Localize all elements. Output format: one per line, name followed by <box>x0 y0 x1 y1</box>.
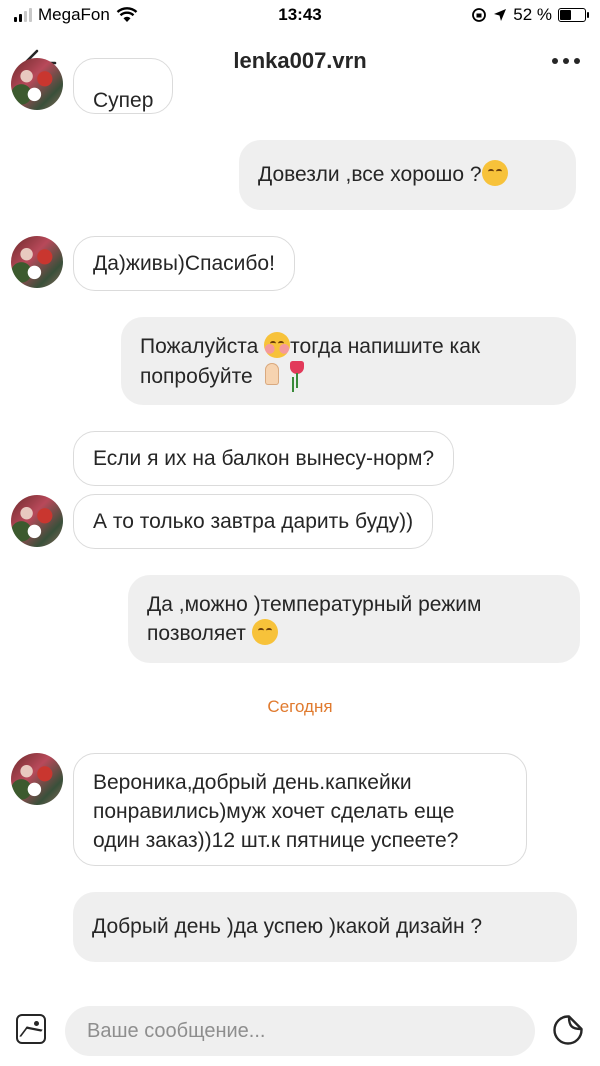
message-text: А то только завтра дарить буду)) <box>93 510 414 533</box>
avatar[interactable] <box>11 495 63 547</box>
input-placeholder: Ваше сообщение... <box>87 1020 266 1042</box>
message-text: Да)живы)Спасибо! <box>93 252 275 275</box>
smiling-face-with-hearts-emoji-icon <box>264 332 291 358</box>
message-outgoing[interactable]: Да ,можно )температурный режим позволяет <box>128 575 580 663</box>
avatar[interactable] <box>11 753 63 805</box>
status-bar: MegaFon 13:43 52 % <box>0 0 600 32</box>
date-separator: Сегодня <box>267 697 333 716</box>
message-text: Если я их на балкон вынесу-норм? <box>93 447 435 470</box>
message-text: Супер <box>93 89 154 112</box>
message-text: Пожалуйста <box>140 335 259 358</box>
message-incoming[interactable]: А то только завтра дарить буду)) <box>73 494 434 549</box>
message-text: Довезли ,все хорошо ? <box>258 163 482 186</box>
tulip-emoji-icon <box>286 361 308 389</box>
sticker-icon[interactable] <box>552 1014 584 1046</box>
message-incoming[interactable]: Вероника,добрый день.капкейки понравилис… <box>73 753 527 866</box>
message-incoming[interactable]: Супер <box>73 58 174 114</box>
battery-icon <box>558 8 589 22</box>
message-composer: Ваше сообщение... <box>0 1000 600 1066</box>
location-icon <box>494 9 507 21</box>
message-outgoing[interactable]: Довезли ,все хорошо ? <box>239 140 576 210</box>
gallery-icon[interactable] <box>16 1014 46 1044</box>
more-horizontal-icon[interactable] <box>552 58 580 64</box>
message-input[interactable]: Ваше сообщение... <box>65 1006 535 1056</box>
message-incoming[interactable]: Да)живы)Спасибо! <box>73 236 295 291</box>
relieved-face-emoji-icon <box>481 160 508 186</box>
relieved-face-emoji-icon <box>251 619 278 645</box>
message-incoming[interactable]: Если я их на балкон вынесу-норм? <box>73 431 455 486</box>
message-text: Вероника,добрый день.капкейки понравилис… <box>93 771 459 852</box>
avatar[interactable] <box>11 236 63 288</box>
battery-percent: 52 % <box>513 5 552 24</box>
message-outgoing[interactable]: Пожалуйста тогда напишите как попробуйте <box>121 317 576 405</box>
folded-hands-emoji-icon <box>258 362 286 388</box>
message-text: Добрый день )да успею )какой дизайн ? <box>92 915 483 938</box>
message-text: Да ,можно )температурный режим позволяет <box>147 593 482 645</box>
screen-rotation-lock-icon <box>472 8 487 22</box>
avatar[interactable] <box>11 58 63 110</box>
message-outgoing[interactable]: Добрый день )да успею )какой дизайн ? <box>73 892 577 962</box>
